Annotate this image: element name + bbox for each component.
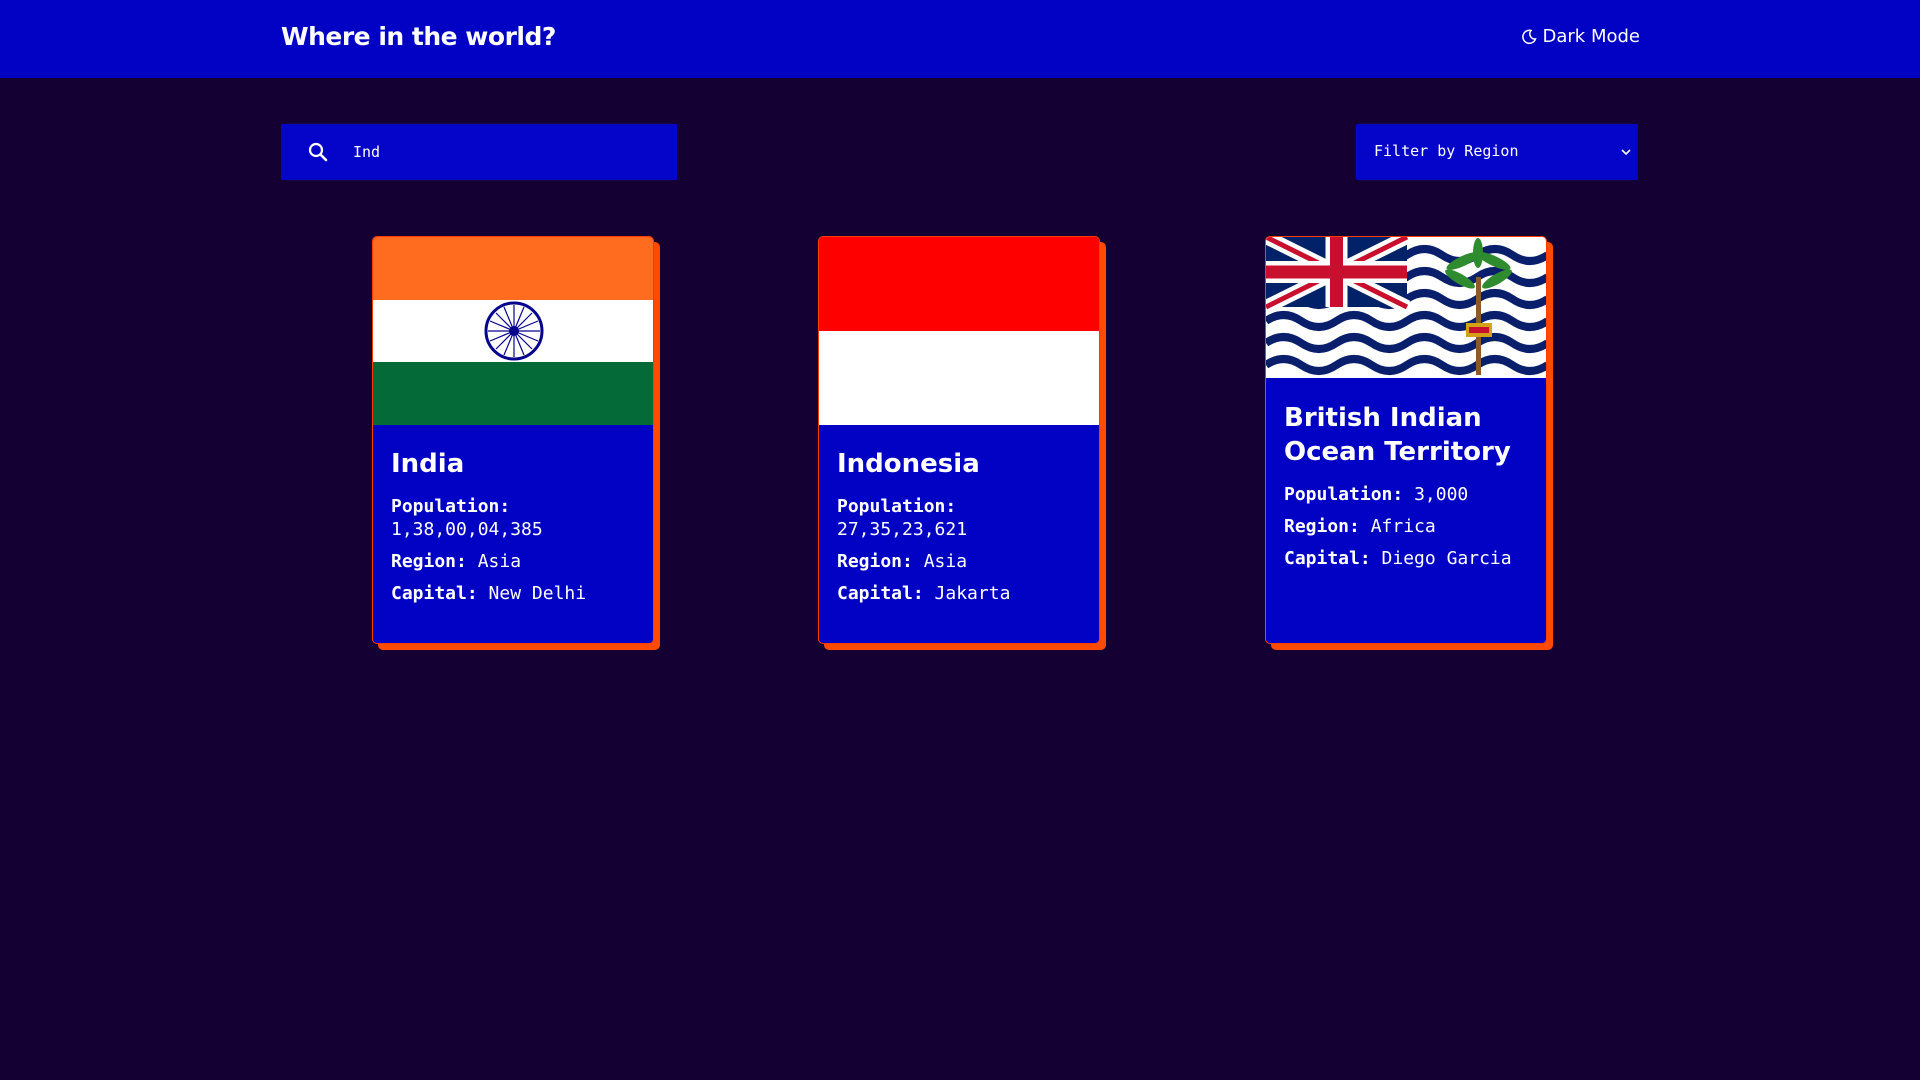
region-value: Asia [923, 551, 968, 572]
population-row: Population: 1,38,00,04,385 [391, 495, 639, 541]
country-name: Indonesia [837, 449, 980, 479]
region-filter-select[interactable]: Filter by Region [1356, 124, 1638, 180]
population-label: Population: [1284, 484, 1404, 505]
chevron-down-icon [1621, 149, 1631, 156]
indonesia-flag [819, 237, 1099, 425]
population-value: 27,35,23,621 [837, 519, 968, 540]
region-value: Africa [1370, 516, 1436, 537]
region-label: Region: [391, 551, 467, 572]
app-title: Where in the world? [281, 22, 556, 51]
region-label: Region: [837, 551, 913, 572]
capital-row: Capital: Diego Garcia [1284, 547, 1532, 570]
dark-mode-label: Dark Mode [1542, 26, 1640, 47]
population-row: Population: 27,35,23,621 [837, 495, 1085, 541]
capital-row: Capital: Jakarta [837, 582, 1085, 605]
search-box[interactable] [281, 124, 677, 180]
population-value: 3,000 [1414, 484, 1469, 505]
region-row: Region: Asia [837, 550, 1085, 573]
card-details: India Population: 1,38,00,04,385 Region: … [391, 447, 639, 614]
region-row: Region: Africa [1284, 515, 1532, 538]
country-card-indonesia[interactable]: Indonesia Population: 27,35,23,621 Region… [818, 236, 1100, 644]
population-label: Population: [391, 496, 511, 517]
region-label: Region: [1284, 516, 1360, 537]
card-details: Indonesia Population: 27,35,23,621 Region… [837, 447, 1085, 614]
card-details: British Indian Ocean Territory Populatio… [1284, 401, 1532, 579]
region-value: Asia [477, 551, 522, 572]
moon-icon [1521, 29, 1537, 44]
country-name: India [391, 449, 465, 479]
population-row: Population: 3,000 [1284, 483, 1532, 506]
capital-value: Diego Garcia [1381, 548, 1512, 569]
capital-label: Capital: [391, 583, 478, 604]
union-jack-canton [1266, 237, 1411, 314]
country-card-british-indian-ocean-territory[interactable]: British Indian Ocean Territory Populatio… [1265, 236, 1547, 644]
dark-mode-toggle[interactable]: Dark Mode [1521, 26, 1640, 47]
country-name: British Indian Ocean Territory [1284, 403, 1511, 467]
capital-value: Jakarta [934, 583, 1011, 604]
capital-label: Capital: [1284, 548, 1371, 569]
capital-value: New Delhi [488, 583, 587, 604]
capital-row: Capital: New Delhi [391, 582, 639, 605]
population-label: Population: [837, 496, 957, 517]
search-input[interactable] [353, 124, 653, 180]
population-value: 1,38,00,04,385 [391, 519, 543, 540]
region-filter-label: Filter by Region [1374, 142, 1519, 160]
country-card-india[interactable]: India Population: 1,38,00,04,385 Region: … [372, 236, 654, 644]
region-row: Region: Asia [391, 550, 639, 573]
top-bar: Where in the world? Dark Mode [0, 0, 1920, 78]
india-flag [373, 237, 653, 425]
search-icon [308, 142, 328, 162]
british-indian-ocean-territory-flag [1266, 237, 1546, 378]
capital-label: Capital: [837, 583, 924, 604]
